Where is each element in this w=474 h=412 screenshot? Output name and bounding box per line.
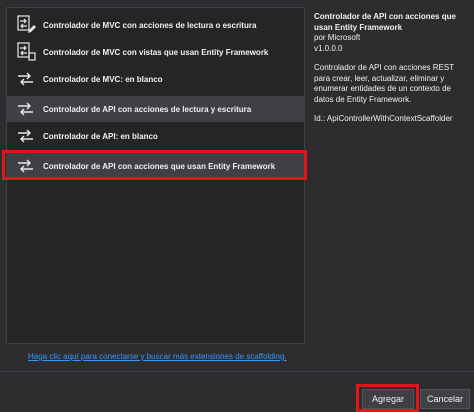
details-title: Controlador de API con acciones que usan… [314,12,456,32]
details-version: v1.0.0.0 [314,43,343,53]
scaffolding-extensions-link[interactable]: Haga clic aquí para conectarse y buscar … [28,352,287,361]
controller-icon [15,69,37,89]
selection-highlight-box [2,150,307,180]
template-label: Controlador de MVC con acciones de lectu… [43,20,257,30]
details-description: Controlador de API con acciones REST par… [314,63,454,104]
details-author: por Microsoft [314,33,361,42]
template-mvc-views-ef[interactable]: Controlador de MVC con vistas que usan E… [7,39,304,65]
template-api-read-write[interactable]: Controlador de API con acciones de lectu… [7,96,304,122]
controller-read-write-icon [15,15,37,35]
template-mvc-read-write[interactable]: Controlador de MVC con acciones de lectu… [7,12,304,38]
footer-divider [0,371,474,372]
add-button-highlight-box [356,384,419,412]
template-label: Controlador de MVC con vistas que usan E… [43,47,269,57]
template-label: Controlador de API: en blanco [43,131,158,141]
template-mvc-blank[interactable]: Controlador de MVC: en blanco [7,66,304,92]
cancel-button[interactable]: Cancelar [420,389,470,409]
template-details: Controlador de API con acciones que usan… [314,12,470,125]
details-id: Id.: ApiControllerWithContextScaffolder [314,114,453,123]
controller-icon [15,99,37,119]
template-label: Controlador de API con acciones de lectu… [43,104,252,114]
controller-views-icon [15,42,37,62]
controller-icon [15,126,37,146]
template-api-blank[interactable]: Controlador de API: en blanco [7,123,304,149]
template-label: Controlador de MVC: en blanco [43,74,163,84]
